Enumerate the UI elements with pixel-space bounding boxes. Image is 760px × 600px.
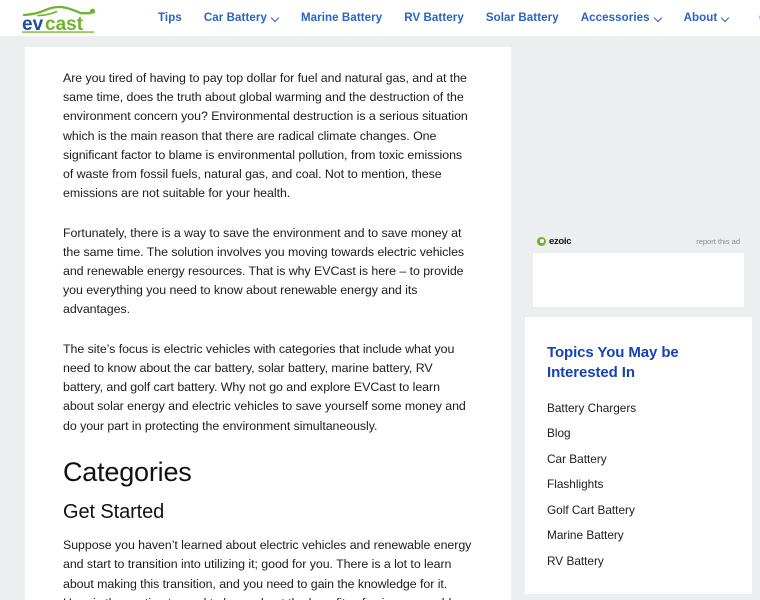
nav-label: Car Battery: [203, 12, 267, 24]
intro-paragraph-3: The site’s focus is electric vehicles wi…: [63, 341, 466, 433]
ad-slot[interactable]: [533, 253, 744, 307]
nav-label: Solar Battery: [485, 12, 559, 24]
ezoic-logo: ezoic: [537, 235, 572, 247]
svg-text:cast: cast: [45, 14, 84, 33]
heading-get-started: Get Started: [63, 501, 165, 524]
topics-widget-title: Topics You May be Interested In: [547, 344, 679, 381]
nav-label: Tips: [158, 12, 182, 24]
advertisement-unit: ezoic report this ad: [525, 233, 752, 307]
topics-widget: Topics You May be Interested In Battery …: [525, 317, 752, 594]
article: Are you tired of having to pay top dolla…: [63, 69, 473, 600]
site-logo[interactable]: ev cast: [18, 3, 158, 35]
nav-label: About: [683, 12, 718, 24]
get-started-paragraph: Suppose you haven’t learned about electr…: [63, 538, 472, 600]
site-header: ev cast Tips Car Battery Marine Battery …: [0, 0, 760, 36]
list-item[interactable]: Battery Chargers: [547, 402, 730, 415]
ezoic-mark-icon: [537, 236, 546, 246]
nav-label: Marine Battery: [300, 12, 383, 24]
nav-item-accessories[interactable]: Accessories: [581, 12, 662, 24]
nav-label: Accessories: [580, 12, 650, 24]
chevron-down-icon: [272, 14, 279, 21]
intro-paragraph-1: Are you tired of having to pay top dolla…: [63, 71, 468, 201]
report-this-ad-link[interactable]: report this ad: [696, 237, 740, 246]
svg-text:ev: ev: [22, 14, 44, 33]
list-item[interactable]: Marine Battery: [547, 529, 730, 542]
chevron-down-icon: [655, 14, 662, 21]
chevron-down-icon: [722, 14, 729, 21]
nav-item-about[interactable]: About: [684, 12, 730, 24]
list-item[interactable]: Golf Cart Battery: [547, 503, 730, 517]
list-item[interactable]: Car Battery: [547, 452, 730, 466]
ad-header: ezoic report this ad: [533, 233, 744, 249]
nav-item-marine-battery[interactable]: Marine Battery: [301, 12, 382, 24]
intro-paragraph-2: Fortunately, there is a way to save the …: [63, 225, 465, 317]
topics-list: Battery Chargers Blog Car Battery Flashl…: [547, 402, 730, 568]
nav-item-tips[interactable]: Tips: [158, 12, 182, 24]
list-item[interactable]: Flashlights: [547, 478, 730, 491]
nav-item-car-battery[interactable]: Car Battery: [204, 12, 279, 24]
nav-item-rv-battery[interactable]: RV Battery: [404, 12, 464, 24]
nav-item-solar-battery[interactable]: Solar Battery: [486, 12, 559, 24]
main-content: Are you tired of having to pay top dolla…: [25, 47, 511, 600]
search-icon[interactable]: [755, 8, 760, 28]
sidebar: ezoic report this ad Topics You May be I…: [525, 47, 752, 594]
page-body: Are you tired of having to pay top dolla…: [0, 36, 760, 600]
nav-label: RV Battery: [404, 12, 464, 24]
list-item[interactable]: Blog: [547, 427, 730, 440]
heading-categories: Categories: [63, 456, 192, 487]
list-item[interactable]: RV Battery: [547, 554, 730, 568]
primary-navigation: Tips Car Battery Marine Battery RV Batte…: [158, 8, 760, 28]
evcast-logo-icon: ev cast: [18, 3, 106, 35]
ezoic-wordmark: ezoic: [549, 235, 572, 247]
